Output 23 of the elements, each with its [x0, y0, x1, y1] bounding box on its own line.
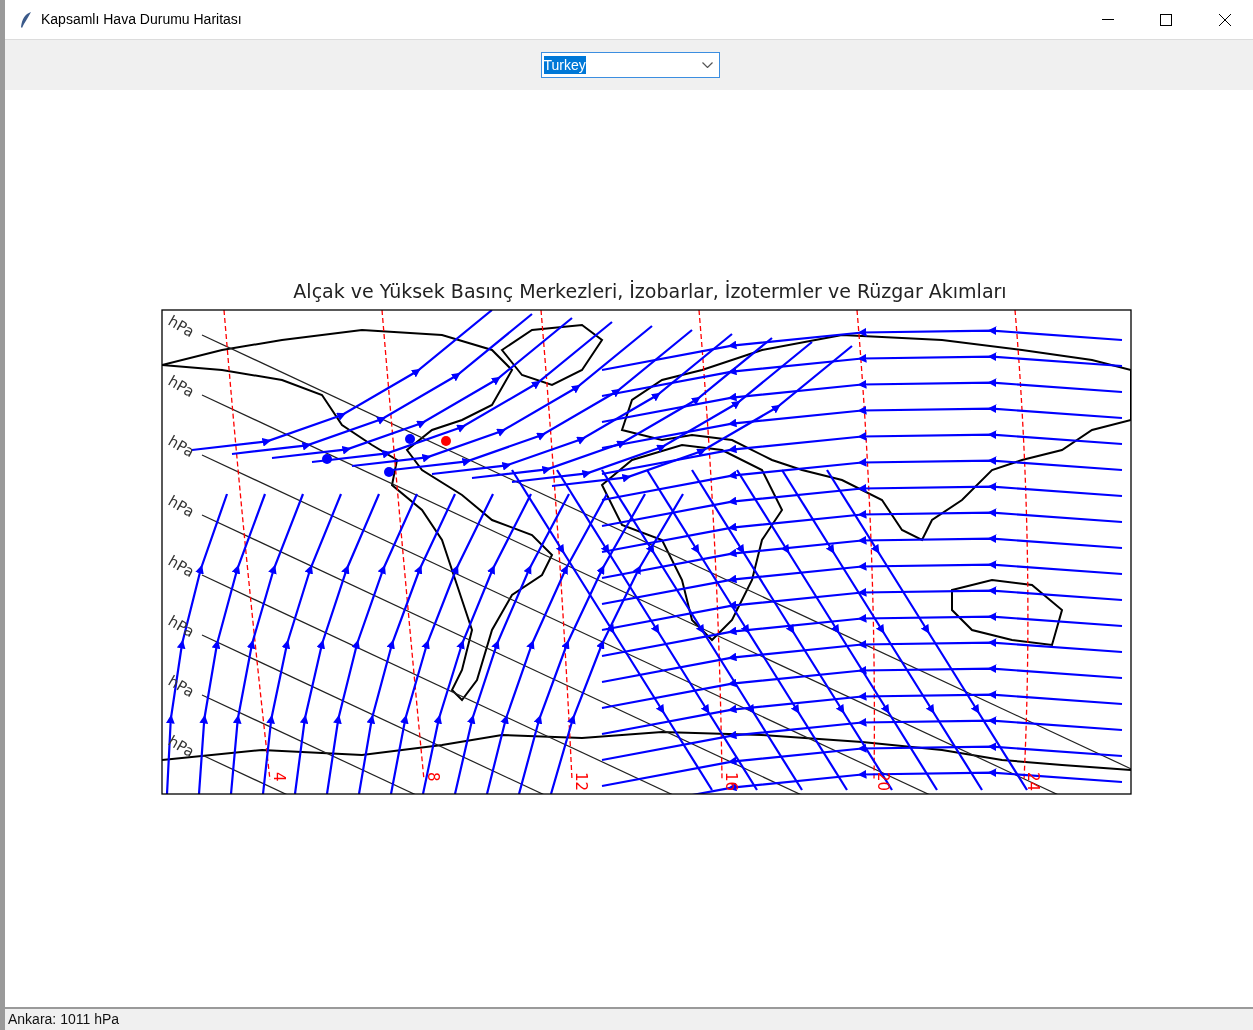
country-dropdown[interactable]: Turkey [540, 52, 720, 78]
isotherm-label: 16 [722, 772, 740, 792]
isotherm-label: 8 [424, 772, 442, 782]
window-title: Kapsamlı Hava Durumu Haritası [41, 10, 242, 29]
isobar-label: hPa [165, 611, 198, 641]
isobar-label: hPa [165, 431, 198, 461]
isotherm-label: 12 [572, 772, 590, 792]
isobar-label: hPa [165, 311, 198, 341]
status-text: Ankara: 1011 hPa [8, 1010, 120, 1029]
minimize-icon[interactable] [1102, 18, 1114, 21]
isobar-label: hPa [165, 371, 198, 401]
isobar-label: hPa [165, 551, 198, 581]
maximize-icon[interactable] [1160, 13, 1172, 26]
chart-title: Alçak ve Yüksek Basınç Merkezleri, İzobarlar, İzotermler ve Rüzgar Akımları [292, 279, 1008, 303]
isobar-label: hPa [165, 731, 198, 761]
isobar-label: hPa [165, 491, 198, 521]
feather-icon [19, 10, 33, 29]
chevron-down-icon [701, 62, 713, 68]
isobar-label: hPa [165, 671, 198, 701]
isotherm-label: 20 [874, 772, 892, 792]
isotherm-label: 24 [1024, 772, 1042, 792]
isotherm-label: 4 [270, 772, 288, 782]
close-icon[interactable] [1219, 13, 1231, 26]
